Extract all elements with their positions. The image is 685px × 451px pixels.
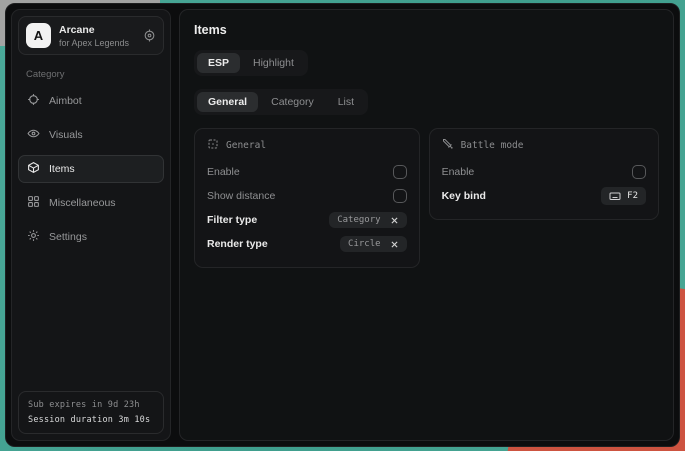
sidebar: A Arcane for Apex Legends Category [11,9,171,441]
tab-category[interactable]: Category [260,92,325,112]
target-icon[interactable] [143,29,156,42]
grid-icon [27,195,40,211]
app-window: A Arcane for Apex Legends Category [5,3,680,447]
mode-tab-group: ESP Highlight [194,50,308,76]
session-duration-text: Session duration 3m 10s [28,415,154,425]
tab-esp[interactable]: ESP [197,53,240,73]
setting-label: Enable [442,166,475,178]
view-tab-group: General Category List [194,89,368,115]
app-subtitle: for Apex Legends [59,38,135,48]
sword-icon [442,138,454,153]
setting-label: Enable [207,166,240,178]
tab-general[interactable]: General [197,92,258,112]
app-header-card: A Arcane for Apex Legends [18,16,164,55]
sub-expires-text: Sub expires in 9d 23h [28,400,154,410]
filter-type-select[interactable]: Category [329,212,406,228]
setting-row-battle-enable: Enable [442,160,646,184]
clear-icon[interactable] [390,216,399,225]
sidebar-item-visuals[interactable]: Visuals [18,121,164,149]
keybind-value: F2 [627,191,638,201]
setting-label: Filter type [207,214,257,226]
render-type-select[interactable]: Circle [340,236,407,252]
setting-label: Key bind [442,190,486,202]
subscription-card: Sub expires in 9d 23h Session duration 3… [18,391,164,434]
sidebar-item-label: Visuals [49,129,83,141]
package-icon [27,161,40,177]
battle-mode-card: Battle mode Enable Key bind [429,128,659,220]
sidebar-item-label: Aimbot [49,95,82,107]
app-logo: A [26,23,51,48]
sidebar-section-label: Category [26,69,156,80]
dashed-box-icon [207,138,219,153]
render-type-value: Circle [348,239,381,249]
main-panel: Items ESP Highlight General Category Lis… [179,9,674,441]
setting-label: Show distance [207,190,275,202]
battle-enable-checkbox[interactable] [632,165,646,179]
app-meta: Arcane for Apex Legends [59,24,135,48]
sidebar-item-items[interactable]: Items [18,155,164,183]
sidebar-item-aimbot[interactable]: Aimbot [18,87,164,115]
sidebar-item-settings[interactable]: Settings [18,223,164,251]
setting-label: Render type [207,238,268,250]
gear-icon [27,229,40,245]
app-title: Arcane [59,24,135,36]
sidebar-item-label: Miscellaneous [49,197,116,209]
eye-icon [27,127,40,143]
battle-mode-card-header: Battle mode [442,138,646,153]
enable-checkbox[interactable] [393,165,407,179]
sidebar-nav: Aimbot Visuals Items [12,87,170,251]
clear-icon[interactable] [390,240,399,249]
page-title: Items [194,23,659,37]
sidebar-item-label: Settings [49,231,87,243]
tab-list[interactable]: List [327,92,365,112]
setting-row-filter-type: Filter type Category [207,208,407,232]
sidebar-item-miscellaneous[interactable]: Miscellaneous [18,189,164,217]
crosshair-icon [27,93,40,109]
general-settings-card: General Enable Show distance Filter type… [194,128,420,268]
setting-row-key-bind: Key bind F2 [442,184,646,208]
keybind-button[interactable]: F2 [601,187,646,205]
keyboard-icon [609,190,621,202]
setting-row-show-distance: Show distance [207,184,407,208]
setting-row-enable: Enable [207,160,407,184]
show-distance-checkbox[interactable] [393,189,407,203]
general-card-title: General [226,140,266,151]
battle-mode-card-title: Battle mode [461,140,524,151]
tab-highlight[interactable]: Highlight [242,53,305,73]
filter-type-value: Category [337,215,380,225]
sidebar-item-label: Items [49,163,75,175]
setting-row-render-type: Render type Circle [207,232,407,256]
general-card-header: General [207,138,407,153]
